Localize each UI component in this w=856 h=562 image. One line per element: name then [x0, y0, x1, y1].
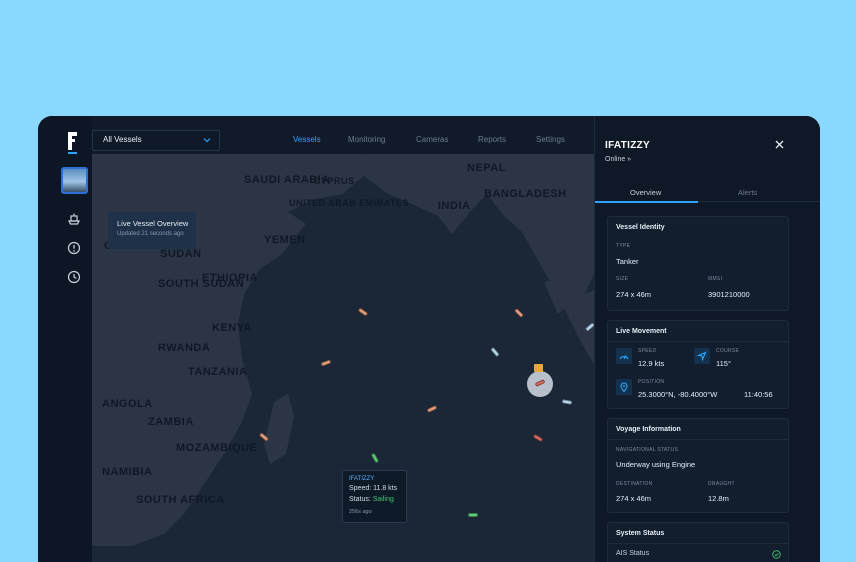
size-label: SIZE — [616, 276, 629, 282]
course-icon-box — [694, 348, 710, 364]
tab-monitoring[interactable]: Monitoring — [348, 135, 385, 144]
live-movement-card: Live Movement SPEED 12.9 kts COURSE 115° — [607, 320, 789, 409]
vessel-select-value: All Vessels — [103, 135, 142, 144]
tab-alerts[interactable]: Alerts — [738, 188, 757, 197]
card-divider — [608, 543, 788, 544]
position-icon — [620, 382, 628, 393]
map-label-mozambique: Mozambique — [176, 442, 258, 454]
tab-reports[interactable]: Reports — [478, 135, 506, 144]
live-movement-title: Live Movement — [616, 328, 667, 335]
system-status-title: System Status — [616, 530, 665, 537]
speed-value: 12.9 kts — [638, 359, 665, 368]
course-icon — [696, 351, 707, 362]
panel-vessel-status: Online » — [605, 156, 632, 163]
tab-cameras[interactable]: Cameras — [416, 135, 448, 144]
vessel-detail-panel: IFATIZZY Online » Overview Alerts Vessel… — [594, 116, 820, 562]
selected-vessel-tag — [534, 364, 543, 372]
live-overview-updated: Updated 21 seconds ago — [117, 231, 184, 237]
map-label-yemen: Yemen — [264, 234, 306, 246]
brand-logo — [68, 132, 82, 154]
tooltip-speed: Speed: 11.8 kts — [349, 485, 398, 492]
top-nav-bar: All Vessels Vessels Monitoring Cameras R… — [92, 116, 594, 156]
map-label-cyprus: Cyprus — [314, 176, 355, 186]
map-label-namibia: Namibia — [102, 466, 153, 478]
map-label-kenya: Kenya — [212, 322, 252, 334]
vessel-identity-card: Vessel Identity TYPE Tanker SIZE 274 x 4… — [607, 216, 789, 311]
clock-icon[interactable] — [67, 270, 81, 284]
tab-overview[interactable]: Overview — [630, 188, 661, 197]
ais-status-label: AIS Status — [616, 550, 650, 557]
map-label-bangladesh: Bangladesh — [484, 188, 567, 200]
map-label-tanzania: Tanzania — [188, 366, 248, 378]
vessel-select[interactable]: All Vessels — [92, 130, 220, 151]
vessel-map[interactable]: Saudi Arabia Cyprus United Arab Emirates… — [92, 154, 594, 562]
nav-status-value: Underway using Engine — [616, 460, 696, 469]
type-value: Tanker — [616, 257, 639, 266]
tab-settings[interactable]: Settings — [536, 135, 565, 144]
map-label-angola: Angola — [102, 398, 153, 410]
voyage-info-title: Voyage Information — [616, 426, 681, 433]
map-label-south-africa: South Africa — [136, 494, 225, 506]
map-label-south-sudan: South Sudan — [158, 278, 245, 290]
panel-active-tab-indicator — [595, 201, 698, 203]
map-label-rwanda: Rwanda — [158, 342, 211, 354]
draught-label: DRAUGHT — [708, 481, 735, 487]
vessel-marker[interactable] — [468, 513, 478, 517]
type-label: TYPE — [616, 243, 631, 249]
live-overview-card: Live Vessel Overview Updated 21 seconds … — [108, 212, 196, 249]
system-status-card: System Status AIS Status — [607, 522, 789, 562]
close-icon[interactable] — [775, 140, 784, 149]
card-divider — [608, 341, 788, 342]
position-value: 25.3000°N, -80.4000°W — [638, 390, 718, 399]
draught-value: 12.8m — [708, 494, 729, 503]
app-window: All Vessels Vessels Monitoring Cameras R… — [38, 116, 820, 562]
map-label-uae: United Arab Emirates — [289, 198, 409, 208]
map-label-nepal: Nepal — [467, 162, 506, 174]
panel-vessel-name: IFATIZZY — [605, 140, 650, 151]
nav-status-label: NAVIGATIONAL STATUS — [616, 447, 679, 453]
tooltip-age: 256s ago — [349, 509, 372, 515]
tooltip-status-prefix: Status: — [349, 496, 373, 503]
chevron-down-icon — [203, 138, 211, 143]
tab-vessels[interactable]: Vessels — [293, 135, 321, 144]
map-label-sudan: Sudan — [160, 248, 202, 260]
map-label-india: India — [438, 200, 471, 212]
speed-label: SPEED — [638, 348, 657, 354]
check-icon — [772, 550, 781, 559]
vessel-thumbnail[interactable] — [61, 167, 88, 194]
position-icon-box — [616, 379, 632, 395]
mmsi-value: 3901210000 — [708, 290, 750, 299]
voyage-info-card: Voyage Information NAVIGATIONAL STATUS U… — [607, 418, 789, 513]
course-value: 115° — [716, 359, 731, 368]
speed-icon-box — [616, 348, 632, 364]
mmsi-label: MMSI — [708, 276, 723, 282]
position-label: POSITION — [638, 379, 665, 385]
ship-icon[interactable] — [67, 212, 81, 226]
vessel-tooltip: IFATIZZY Speed: 11.8 kts Status: Sailing… — [342, 470, 407, 523]
tooltip-status-value: Sailing — [372, 496, 394, 503]
destination-value: 274 x 46m — [616, 494, 652, 503]
tooltip-vessel-name: IFATIZZY — [349, 476, 375, 482]
position-time: 11:40:56 — [744, 390, 773, 399]
live-overview-title: Live Vessel Overview — [117, 219, 189, 228]
left-rail — [38, 116, 92, 562]
course-label: COURSE — [716, 348, 740, 354]
alert-icon[interactable] — [67, 241, 81, 255]
vessel-identity-title: Vessel Identity — [616, 224, 665, 231]
speed-icon — [619, 355, 629, 360]
map-label-zambia: Zambia — [148, 416, 194, 428]
card-divider — [608, 439, 788, 440]
size-value: 274 x 46m — [616, 290, 652, 299]
destination-label: DESTINATION — [616, 481, 653, 487]
tooltip-status: Status: Sailing — [349, 496, 394, 503]
